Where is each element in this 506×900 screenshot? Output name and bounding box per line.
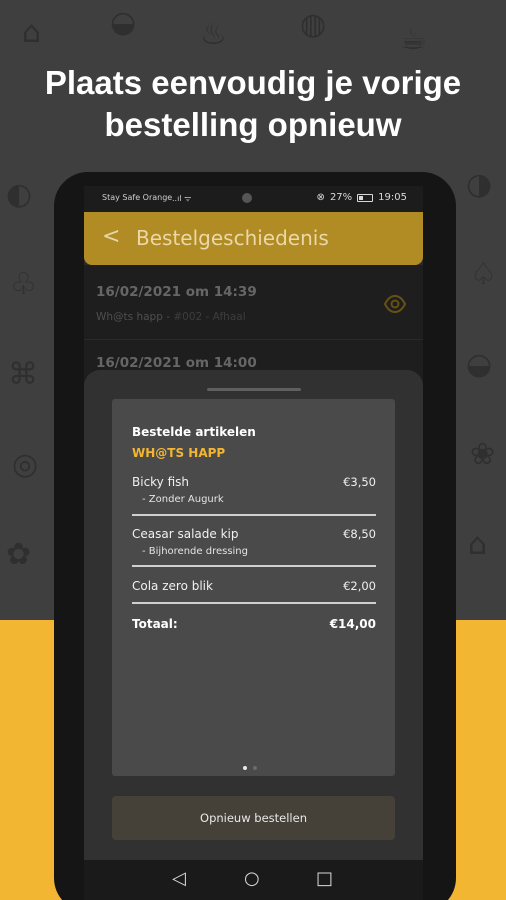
doodle-icon: ⌂ (468, 527, 488, 562)
chevron-left-icon[interactable]: < (102, 225, 120, 249)
doodle-icon: ⌂ (22, 15, 42, 50)
item-price: €8,50 (343, 527, 376, 541)
nav-recents-icon[interactable]: □ (316, 869, 333, 889)
status-bar: Stay Safe Orange ..ıl ᯤ ⊗ 27% 19:05 (84, 186, 423, 212)
carrier-name: Stay Safe Orange (102, 193, 173, 202)
doodle-icon: ◑ (466, 167, 493, 202)
restaurant-name: WH@TS HAPP (132, 446, 226, 460)
doodle-icon: ◒ (466, 347, 493, 382)
camera-cutout (242, 193, 252, 203)
pagination-dots (243, 766, 257, 770)
phone-screen: Stay Safe Orange ..ıl ᯤ ⊗ 27% 19:05 < Be… (84, 186, 423, 900)
item-name: Ceasar salade kip (132, 527, 239, 541)
item-price: €2,00 (343, 579, 376, 593)
doodle-icon: ♨ (200, 17, 227, 52)
page-title: Bestelgeschiedenis (136, 226, 329, 250)
doodle-icon: ◎ (12, 447, 39, 482)
item-name: Bicky fish (132, 475, 190, 489)
promo-headline: Plaats eenvoudig je vorige bestelling op… (0, 62, 506, 146)
nav-home-icon[interactable]: ○ (244, 869, 260, 889)
doodle-icon: ◐ (6, 177, 33, 212)
reorder-button[interactable]: Opnieuw bestellen (112, 796, 395, 840)
item-price: €3,50 (343, 475, 376, 489)
total-value: €14,00 (329, 617, 376, 631)
headline-line-1: Plaats eenvoudig je vorige (44, 64, 462, 101)
bottom-sheet: Bestelde artikelen WH@TS HAPP Bicky fish… (84, 370, 423, 900)
battery-icon (357, 193, 374, 202)
battery-percent: 27% (329, 192, 353, 203)
headline-line-2: bestelling opnieuw (104, 106, 402, 143)
system-nav-bar: ◁ ○ □ (84, 860, 423, 900)
doodle-icon: ◒ (110, 5, 137, 40)
page-dot[interactable] (253, 766, 257, 770)
order-details-card: Bestelde artikelen WH@TS HAPP Bicky fish… (112, 399, 395, 776)
signal-icon: ..ıl ᯤ (172, 194, 192, 203)
divider (132, 565, 376, 567)
doodle-icon: ⌘ (8, 357, 38, 392)
doodle-icon: ✿ (6, 537, 32, 572)
item-modifier: - Zonder Augurk (142, 494, 224, 505)
clock: 19:05 (378, 192, 407, 203)
doodle-icon: ♧ (10, 267, 37, 302)
status-right: ⊗ 27% 19:05 (317, 192, 407, 203)
app-bar: < Bestelgeschiedenis (84, 212, 423, 265)
ordered-items-heading: Bestelde artikelen (132, 425, 256, 439)
item-modifier: - Bijhorende dressing (142, 546, 248, 557)
doodle-icon: ♤ (470, 257, 497, 292)
divider (132, 514, 376, 516)
doodle-icon: ◍ (300, 7, 327, 42)
alarm-icon: ⊗ (316, 192, 325, 203)
drag-handle[interactable] (207, 388, 301, 391)
nav-back-icon[interactable]: ◁ (172, 869, 186, 889)
divider (132, 602, 376, 604)
total-label: Totaal: (132, 617, 178, 631)
item-name: Cola zero blik (132, 579, 213, 593)
doodle-icon: ☕ (400, 22, 427, 57)
doodle-icon: ❀ (470, 437, 496, 472)
page-dot[interactable] (243, 766, 247, 770)
